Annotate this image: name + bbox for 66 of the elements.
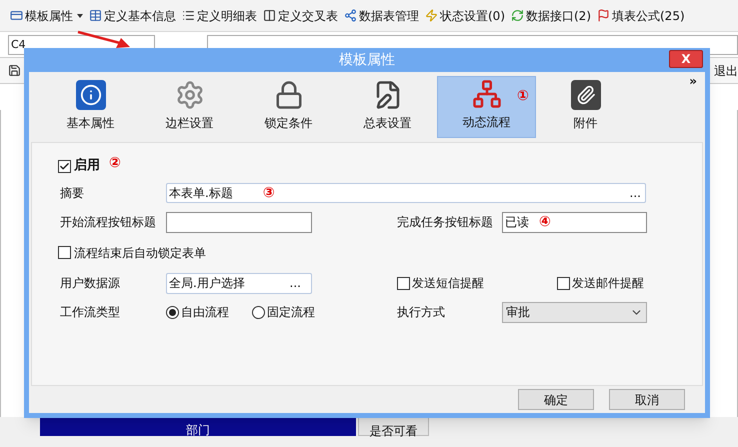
dialog-button[interactable]: 确定 xyxy=(518,389,594,410)
checkbox-label: 发送短信提醒 xyxy=(412,275,484,292)
exit-button[interactable]: 退出 xyxy=(714,62,738,80)
checkbox-label: 流程结束后自动锁定表单 xyxy=(74,244,206,262)
checkbox[interactable] xyxy=(557,276,570,290)
toolbar-icon xyxy=(344,9,357,22)
annotation-number: ① xyxy=(517,87,529,106)
toolbar-icon xyxy=(263,9,276,22)
toolbar-button[interactable]: 定义交叉表 xyxy=(278,6,338,24)
toolbar-icon xyxy=(10,9,23,22)
tab[interactable]: 基本属性 xyxy=(41,76,140,138)
toolbar-button[interactable]: 定义基本信息 xyxy=(104,6,176,24)
browse-button[interactable]: ... xyxy=(290,274,309,292)
field-label: 完成任务按钮标题 xyxy=(397,214,494,231)
toolbar-button[interactable]: 定义明细表 xyxy=(197,6,257,24)
radio-button[interactable] xyxy=(252,306,265,318)
toolbar-icon xyxy=(511,9,524,22)
more-tabs-button[interactable]: » xyxy=(689,72,697,90)
enable-label: 启用 xyxy=(74,156,100,176)
lock-icon xyxy=(274,80,304,110)
radio-button[interactable] xyxy=(166,306,179,318)
checkbox[interactable] xyxy=(397,276,410,290)
toolbar-icon xyxy=(89,9,102,22)
input-field[interactable]: 全局.用户选择 ... xyxy=(166,272,312,294)
toolbar-button[interactable]: 数据表管理 xyxy=(359,6,419,24)
annotation-number: ③ xyxy=(262,184,275,202)
dialog-button[interactable]: 取消 xyxy=(609,389,685,410)
dialog-title: 模板属性 xyxy=(339,50,395,70)
toolbar-button[interactable]: 模板属性 xyxy=(25,6,73,24)
annotation-number: ② xyxy=(109,154,121,172)
input-field[interactable]: 已读 ④ xyxy=(502,212,647,232)
toolbar-button[interactable]: 填表公式(25) xyxy=(612,6,685,24)
toolbar-icon xyxy=(425,9,438,22)
hierarchy-icon xyxy=(472,79,502,109)
select-field[interactable]: 审批 xyxy=(502,302,647,322)
tab[interactable]: 总表设置 xyxy=(338,76,437,138)
toolbar-button[interactable]: 数据接口(2) xyxy=(526,6,591,24)
field-label: 工作流类型 xyxy=(59,304,121,321)
checkbox[interactable] xyxy=(58,160,71,172)
tab[interactable]: 附件 xyxy=(536,76,635,138)
annotation-number: ④ xyxy=(539,212,551,232)
toolbar-icon xyxy=(597,9,610,22)
toolbar-icon xyxy=(182,9,195,22)
paperclip-icon xyxy=(570,80,600,110)
dropdown-caret-icon[interactable] xyxy=(77,14,83,18)
save-icon[interactable] xyxy=(8,64,21,77)
toolbar-button[interactable]: 状态设置(0) xyxy=(440,6,505,24)
field-label: 执行方式 xyxy=(397,304,446,321)
column-header: 部门 xyxy=(40,417,356,436)
browse-button[interactable]: ... xyxy=(630,184,643,202)
field-label: 用户数据源 xyxy=(59,275,121,292)
info-icon xyxy=(76,80,106,110)
arrow-drawing xyxy=(76,30,132,50)
checkbox[interactable] xyxy=(58,246,71,259)
close-button[interactable]: X xyxy=(669,50,703,68)
column-header: 是否可看 xyxy=(358,417,429,436)
tab[interactable]: 边栏设置 xyxy=(140,76,239,138)
tab[interactable]: 锁定条件 xyxy=(239,76,338,138)
field-label: 开始流程按钮标题 xyxy=(59,214,157,231)
radio-label: 固定流程 xyxy=(267,304,315,321)
input-field[interactable]: 本表单.标题 ③ ... xyxy=(166,183,646,203)
gear-icon xyxy=(174,80,204,110)
radio-label: 自由流程 xyxy=(181,304,229,321)
input-field[interactable] xyxy=(166,212,312,232)
checkbox-label: 发送邮件提醒 xyxy=(572,275,644,292)
field-label: 摘要 xyxy=(59,185,85,202)
